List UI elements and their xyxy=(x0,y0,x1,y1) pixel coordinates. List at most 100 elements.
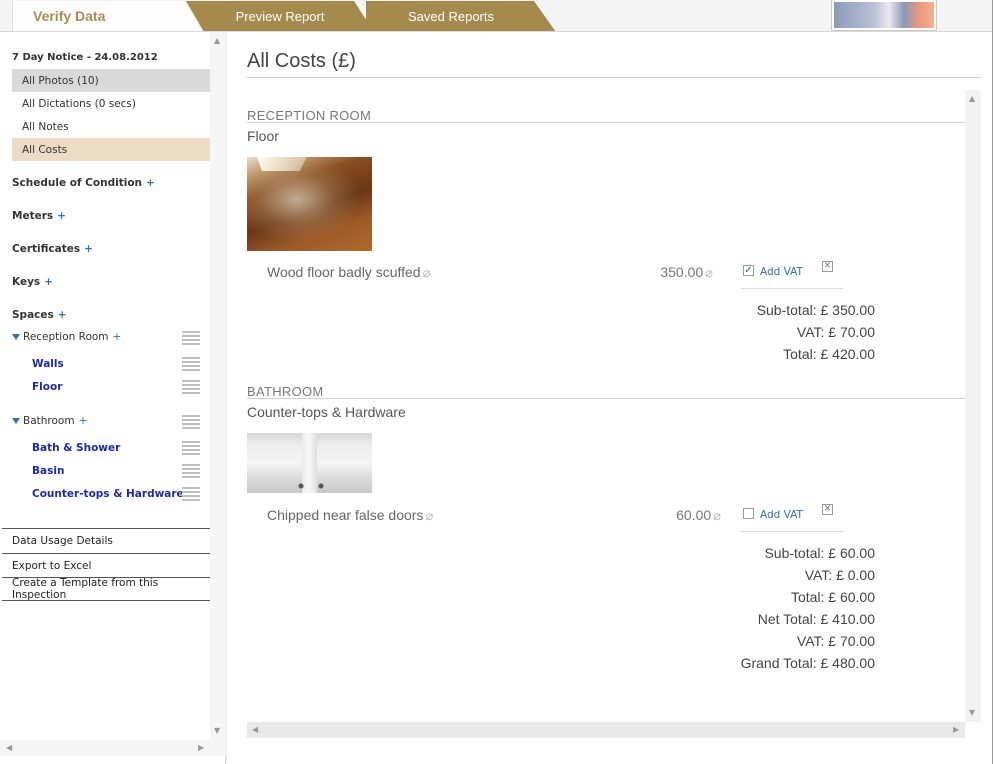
cost-amount-text: 350.00 xyxy=(660,264,704,280)
paperclip-icon[interactable]: ⌀ xyxy=(425,508,433,523)
create-template-button[interactable]: Create a Template from this Inspection xyxy=(2,577,210,601)
space-bathroom[interactable]: Bathroom + xyxy=(12,415,87,427)
room-divider xyxy=(247,398,965,399)
expand-triangle-icon[interactable] xyxy=(12,418,20,424)
element-name: Counter-tops & Hardware xyxy=(247,404,406,420)
drag-handle-icon[interactable] xyxy=(182,441,200,455)
drag-handle-icon[interactable] xyxy=(182,415,200,429)
cost-divider xyxy=(741,288,843,289)
room-divider xyxy=(247,122,965,123)
section-schedule-of-condition[interactable]: Schedule of Condition + xyxy=(12,177,155,189)
section-label: Keys xyxy=(12,276,41,288)
cost-description[interactable]: Wood floor badly scuffed ⌀ xyxy=(267,264,430,281)
inspection-title: 7 Day Notice - 24.08.2012 xyxy=(12,52,158,63)
cost-amount[interactable]: 60.00 ⌀ xyxy=(611,507,721,524)
tab-verify-data[interactable]: Verify Data xyxy=(12,1,202,31)
scroll-down-icon[interactable]: ▼ xyxy=(969,708,975,717)
cost-amount-text: 60.00 xyxy=(676,507,712,523)
room-heading: BATHROOM xyxy=(247,384,324,399)
plus-icon[interactable]: + xyxy=(113,331,122,343)
net-total: Net Total: £ 410.00 xyxy=(757,611,875,627)
data-usage-details-button[interactable]: Data Usage Details xyxy=(2,528,210,552)
floor-photo[interactable] xyxy=(247,157,372,251)
cost-description[interactable]: Chipped near false doors ⌀ xyxy=(267,507,433,524)
scroll-right-icon[interactable]: ▶ xyxy=(198,743,204,752)
element-counter-tops-hardware[interactable]: Counter-tops & Hardware xyxy=(32,488,184,500)
vat-total: VAT: £ 70.00 xyxy=(796,324,875,340)
room-heading: RECEPTION ROOM xyxy=(247,108,372,123)
sidebar-item-all-photos[interactable]: All Photos (10) xyxy=(12,69,210,92)
plus-icon[interactable]: + xyxy=(44,276,53,288)
subtotal: Sub-total: £ 60.00 xyxy=(764,545,875,561)
plus-icon[interactable]: + xyxy=(146,177,155,189)
sidebar-horizontal-scrollbar[interactable]: ◀ ▶ xyxy=(0,740,226,756)
plus-icon[interactable]: + xyxy=(57,210,66,222)
sidebar: 7 Day Notice - 24.08.2012 All Photos (10… xyxy=(0,32,226,764)
element-floor[interactable]: Floor xyxy=(32,381,62,393)
paperclip-icon[interactable]: ⌀ xyxy=(705,265,713,280)
costs-horizontal-scrollbar[interactable]: ◀ ▶ xyxy=(247,722,965,738)
room-total: Total: £ 420.00 xyxy=(783,346,875,362)
scroll-left-icon[interactable]: ◀ xyxy=(252,725,258,734)
plus-icon[interactable]: + xyxy=(84,243,93,255)
sidebar-item-all-notes[interactable]: All Notes xyxy=(12,115,210,138)
sidebar-item-all-dictations[interactable]: All Dictations (0 secs) xyxy=(12,92,210,115)
cost-divider xyxy=(741,531,843,532)
subtotal: Sub-total: £ 350.00 xyxy=(756,302,875,318)
vat-total: VAT: £ 0.00 xyxy=(804,567,875,583)
cost-description-text: Chipped near false doors xyxy=(267,507,424,523)
drag-handle-icon[interactable] xyxy=(182,357,200,371)
tab-preview-report[interactable]: Preview Report xyxy=(186,1,374,31)
paperclip-icon[interactable]: ⌀ xyxy=(713,508,721,523)
expand-triangle-icon[interactable] xyxy=(12,334,20,340)
element-basin[interactable]: Basin xyxy=(32,465,64,477)
section-certificates[interactable]: Certificates + xyxy=(12,243,93,255)
plus-icon[interactable]: + xyxy=(58,309,67,321)
counter-tops-photo[interactable] xyxy=(247,433,372,493)
inspection-thumbnail[interactable] xyxy=(832,0,936,30)
section-label: Schedule of Condition xyxy=(12,177,143,189)
section-label: Spaces xyxy=(12,309,54,321)
section-label: Meters xyxy=(12,210,54,222)
space-label: Reception Room xyxy=(23,331,109,343)
scroll-down-icon[interactable]: ▼ xyxy=(214,726,220,735)
element-walls[interactable]: Walls xyxy=(32,358,64,370)
element-name: Floor xyxy=(247,128,279,144)
drag-handle-icon[interactable] xyxy=(182,487,200,501)
drag-handle-icon[interactable] xyxy=(182,331,200,345)
sidebar-item-all-costs[interactable]: All Costs xyxy=(12,138,210,161)
add-vat-checkbox[interactable] xyxy=(743,508,754,519)
add-vat-label[interactable]: Add VAT xyxy=(760,509,803,521)
add-vat-checkbox[interactable]: ✓ xyxy=(743,265,754,276)
paperclip-icon[interactable]: ⌀ xyxy=(423,265,431,280)
cost-description-text: Wood floor badly scuffed xyxy=(267,264,421,280)
grand-total: Grand Total: £ 480.00 xyxy=(740,655,875,671)
drag-handle-icon[interactable] xyxy=(182,464,200,478)
room-total: Total: £ 60.00 xyxy=(790,589,875,605)
section-meters[interactable]: Meters + xyxy=(12,210,66,222)
element-bath-shower[interactable]: Bath & Shower xyxy=(32,442,120,454)
section-keys[interactable]: Keys + xyxy=(12,276,53,288)
costs-panel: RECEPTION ROOM Floor Wood floor badly sc… xyxy=(247,90,981,740)
costs-vertical-scrollbar[interactable]: ▲ ▼ xyxy=(965,90,981,722)
main-content: All Costs (£) RECEPTION ROOM Floor Wood … xyxy=(227,32,993,764)
scroll-up-icon[interactable]: ▲ xyxy=(214,36,220,45)
tab-bar: Verify Data Preview Report Saved Reports xyxy=(0,0,993,32)
space-label: Bathroom xyxy=(23,415,75,427)
section-label: Certificates xyxy=(12,243,81,255)
cost-amount[interactable]: 350.00 ⌀ xyxy=(603,264,713,281)
scroll-left-icon[interactable]: ◀ xyxy=(6,743,12,752)
tab-saved-reports[interactable]: Saved Reports xyxy=(366,1,556,31)
title-divider xyxy=(247,77,981,78)
sidebar-vertical-scrollbar[interactable]: ▲ ▼ xyxy=(210,32,226,740)
space-reception-room[interactable]: Reception Room + xyxy=(12,331,121,343)
section-spaces[interactable]: Spaces + xyxy=(12,309,67,321)
plus-icon[interactable]: + xyxy=(79,415,88,427)
close-icon[interactable]: ✕ xyxy=(822,504,833,515)
add-vat-label[interactable]: Add VAT xyxy=(760,266,803,278)
scroll-up-icon[interactable]: ▲ xyxy=(969,94,975,103)
drag-handle-icon[interactable] xyxy=(182,380,200,394)
scroll-right-icon[interactable]: ▶ xyxy=(953,725,959,734)
export-to-excel-button[interactable]: Export to Excel xyxy=(2,553,210,577)
close-icon[interactable]: ✕ xyxy=(822,261,833,272)
